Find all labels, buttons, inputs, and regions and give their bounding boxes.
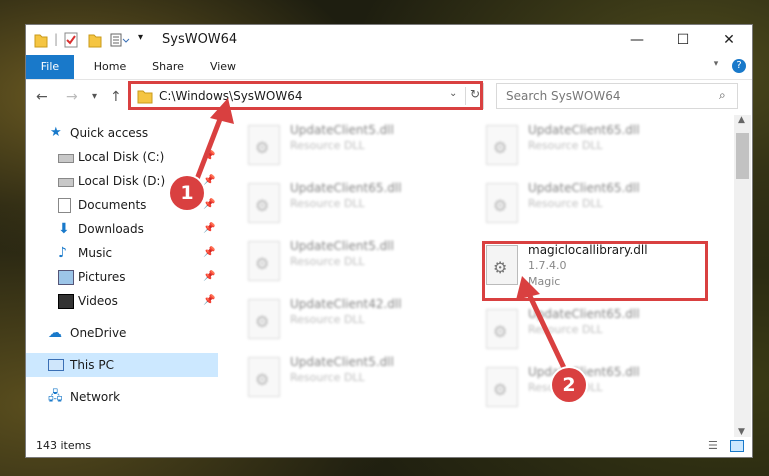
arrow-2-head [516, 276, 540, 300]
step-badge-1: 1 [170, 176, 204, 210]
annotation-arrows [189, 98, 568, 372]
step-badge-2: 2 [552, 368, 586, 402]
arrow-2-line [525, 290, 568, 372]
arrow-1-head [210, 98, 234, 124]
